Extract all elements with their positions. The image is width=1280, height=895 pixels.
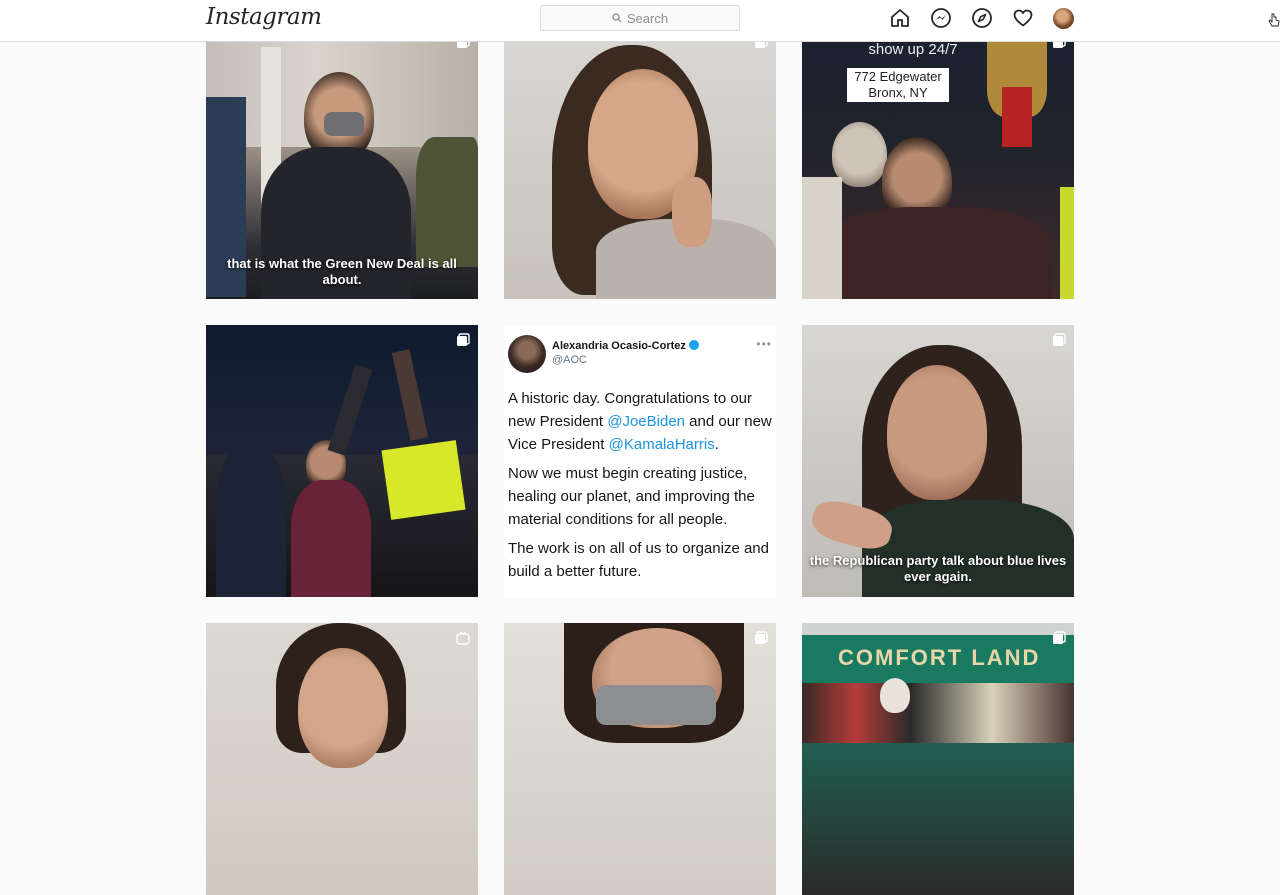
post-tile[interactable]: COMFORT LAND xyxy=(802,623,1074,895)
post-tile[interactable]: that is what the Green New Deal is all a… xyxy=(206,27,478,299)
verified-badge-icon xyxy=(688,340,699,350)
search-input[interactable]: Search xyxy=(540,5,740,31)
messenger-icon[interactable] xyxy=(930,7,952,29)
tweet-author: Alexandria Ocasio-Cortez xyxy=(552,340,699,352)
store-sign: COMFORT LAND xyxy=(838,645,1041,670)
carousel-icon xyxy=(1053,631,1066,644)
tweet-paragraph: Now we must begin creating justice, heal… xyxy=(508,465,755,528)
instagram-logo[interactable]: Instagram xyxy=(206,4,322,30)
igtv-icon xyxy=(456,631,470,645)
more-options-icon: ••• xyxy=(756,337,772,351)
carousel-icon xyxy=(457,333,470,346)
address-sign: 772 Edgewater Bronx, NY xyxy=(847,68,949,102)
address-line-1: 772 Edgewater xyxy=(854,69,942,84)
tweet-author-name: Alexandria Ocasio-Cortez xyxy=(552,340,686,352)
post-tile[interactable] xyxy=(504,623,776,895)
search-placeholder: Search xyxy=(626,10,669,26)
tweet-paragraph: A historic day. Congratulations to our n… xyxy=(508,387,772,456)
post-caption: the Republican party talk about blue liv… xyxy=(809,553,1067,584)
tweet-text: . xyxy=(714,436,719,453)
post-tile[interactable] xyxy=(206,623,478,895)
tweet-post-tile[interactable]: Alexandria Ocasio-Cortez @AOC ••• A hist… xyxy=(504,325,776,597)
profile-avatar[interactable] xyxy=(1053,8,1074,29)
tweet-mention: @KamalaHarris xyxy=(608,436,715,453)
pointer-cursor-icon xyxy=(1268,13,1280,27)
post-tile[interactable]: the Republican party talk about blue liv… xyxy=(802,325,1074,597)
activity-heart-icon[interactable] xyxy=(1012,7,1034,29)
post-caption: that is what the Green New Deal is all a… xyxy=(227,256,457,287)
post-tile[interactable] xyxy=(206,325,478,597)
explore-icon[interactable] xyxy=(971,7,993,29)
tweet-handle: @AOC xyxy=(552,354,588,366)
tweet-card: Alexandria Ocasio-Cortez @AOC ••• A hist… xyxy=(504,325,776,597)
post-tile[interactable]: show up 24/7 772 Edgewater Bronx, NY xyxy=(802,27,1074,299)
carousel-icon xyxy=(755,631,768,644)
tweet-avatar xyxy=(508,335,546,373)
home-icon[interactable] xyxy=(889,7,911,29)
carousel-icon xyxy=(1053,333,1066,346)
tweet-mention: @JoeBiden xyxy=(607,413,686,430)
search-icon xyxy=(612,13,622,23)
sign-text: show up 24/7 xyxy=(868,41,958,58)
address-line-2: Bronx, NY xyxy=(868,85,928,100)
tweet-paragraph: The work is on all of us to organize and… xyxy=(508,540,769,580)
tweet-body: A historic day. Congratulations to our n… xyxy=(508,387,772,589)
top-nav-bar: Instagram Search xyxy=(0,0,1280,42)
post-tile[interactable] xyxy=(504,27,776,299)
